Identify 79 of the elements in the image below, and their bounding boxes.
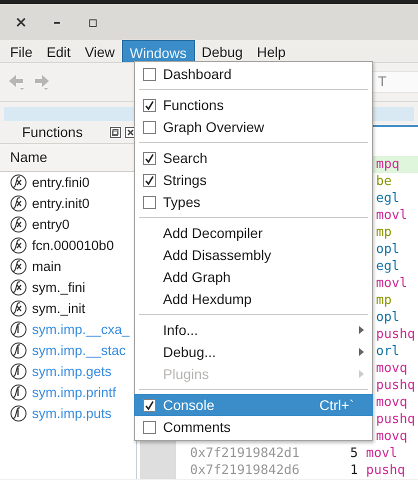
checkbox[interactable]: [143, 120, 156, 134]
mnemonic: movl: [376, 208, 408, 223]
menu-item[interactable]: Help: [250, 40, 293, 62]
menu-item[interactable]: File: [3, 40, 40, 62]
mnemonic: be: [376, 174, 392, 189]
float-icon: [110, 126, 121, 138]
checkbox[interactable]: [143, 174, 156, 186]
menu-entry[interactable]: Info...: [135, 319, 372, 341]
column-header[interactable]: Name: [0, 144, 136, 172]
checkbox[interactable]: [143, 152, 156, 164]
menu-entry[interactable]: Add Disassembly: [135, 244, 372, 266]
menu-entry[interactable]: Add Decompiler: [135, 222, 372, 244]
menu-entry[interactable]: Graph Overview: [135, 116, 372, 138]
function-icon: [10, 300, 27, 317]
mnemonic: pushq: [366, 463, 406, 478]
mnemonic: pushq: [376, 378, 416, 393]
menu-item[interactable]: Debug: [194, 40, 250, 62]
mnemonic: egl: [376, 191, 400, 206]
instruction-size: 1: [349, 463, 359, 478]
checkbox[interactable]: [143, 196, 156, 208]
function-name[interactable]: entry.fini0: [32, 175, 90, 190]
menu-entry[interactable]: Strings: [135, 169, 372, 191]
mnemonic: mpq: [376, 157, 400, 172]
mnemonic: opl: [376, 242, 400, 257]
mnemonic: pushq: [376, 412, 416, 427]
shortcut-label: Ctrl+`: [319, 397, 354, 413]
checkbox[interactable]: [143, 68, 156, 80]
mnemonic: movq: [376, 395, 408, 410]
function-icon: [10, 174, 27, 191]
mnemonic: movl: [366, 446, 398, 461]
close-button[interactable]: ×: [10, 11, 32, 33]
checkbox[interactable]: [143, 98, 156, 112]
mnemonic: egl: [376, 259, 400, 274]
function-name[interactable]: sym._init: [32, 301, 86, 316]
menu-entry[interactable]: Functions: [135, 94, 372, 116]
menu-entry[interactable]: Console Ctrl+`: [134, 394, 373, 416]
submenu-arrow-icon: [359, 370, 364, 378]
function-icon: [10, 216, 27, 233]
menu-entry[interactable]: Debug...: [135, 341, 372, 363]
menu-item[interactable]: View: [78, 40, 122, 62]
function-name[interactable]: main: [32, 259, 62, 274]
function-icon: [10, 258, 27, 275]
checkbox[interactable]: [143, 420, 156, 434]
dock-title: Functions: [22, 124, 84, 140]
function-icon: [10, 195, 27, 212]
menu-entry[interactable]: Comments: [135, 416, 372, 438]
import-function-icon: [10, 384, 27, 401]
address: 0x7f21919842d6: [189, 463, 301, 478]
import-function-icon: [10, 363, 27, 380]
minimize-button[interactable]: –: [46, 11, 68, 33]
mnemonic: movq: [376, 429, 408, 444]
checkbox[interactable]: [143, 398, 156, 412]
function-name[interactable]: fcn.000010b0: [32, 238, 114, 253]
submenu-arrow-icon: [359, 326, 364, 334]
mnemonic: movl: [376, 276, 408, 291]
function-icon: [10, 279, 27, 296]
import-function-icon: [10, 342, 27, 359]
submenu-arrow-icon: [359, 348, 364, 356]
back-icon: [7, 72, 27, 92]
function-name[interactable]: entry.init0: [32, 196, 90, 211]
instruction-size: 5: [349, 446, 359, 461]
mnemonic: mp: [376, 293, 392, 308]
function-name[interactable]: sym._fini: [32, 280, 86, 295]
menu-entry[interactable]: Add Hexdump: [135, 288, 372, 310]
mnemonic: mp: [376, 225, 392, 240]
import-function-icon: [10, 321, 27, 338]
mnemonic: opl: [376, 310, 400, 325]
menu-entry[interactable]: Types: [135, 191, 372, 213]
menu-entry[interactable]: Search: [135, 147, 372, 169]
import-function-icon: [10, 405, 27, 422]
menu-item[interactable]: Edit: [40, 40, 78, 62]
maximize-button[interactable]: ▫: [82, 11, 104, 33]
mnemonic: movq: [376, 361, 408, 376]
mnemonic: pushq: [376, 327, 416, 342]
menu-entry[interactable]: Add Graph: [135, 266, 372, 288]
mnemonic: orl: [376, 344, 400, 359]
function-icon: [10, 237, 27, 254]
function-name[interactable]: entry0: [32, 217, 70, 232]
address: 0x7f21919842d1: [189, 446, 301, 461]
